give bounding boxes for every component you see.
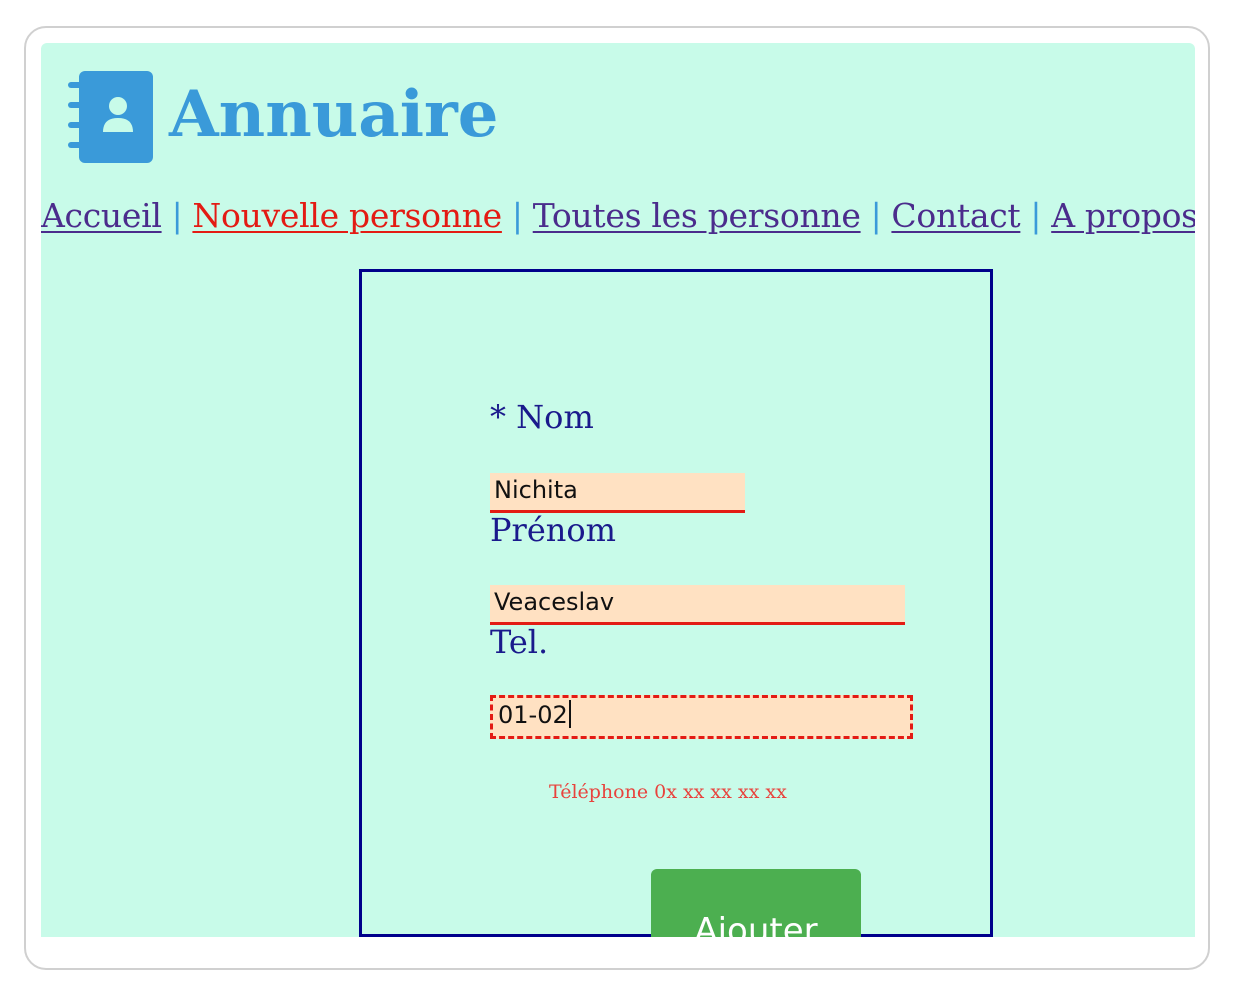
button-clip: Ajouter bbox=[41, 43, 1195, 937]
ajouter-button[interactable]: Ajouter bbox=[651, 869, 861, 937]
page: Annuaire Accueil | Nouvelle personne | Toute… bbox=[41, 43, 1195, 937]
